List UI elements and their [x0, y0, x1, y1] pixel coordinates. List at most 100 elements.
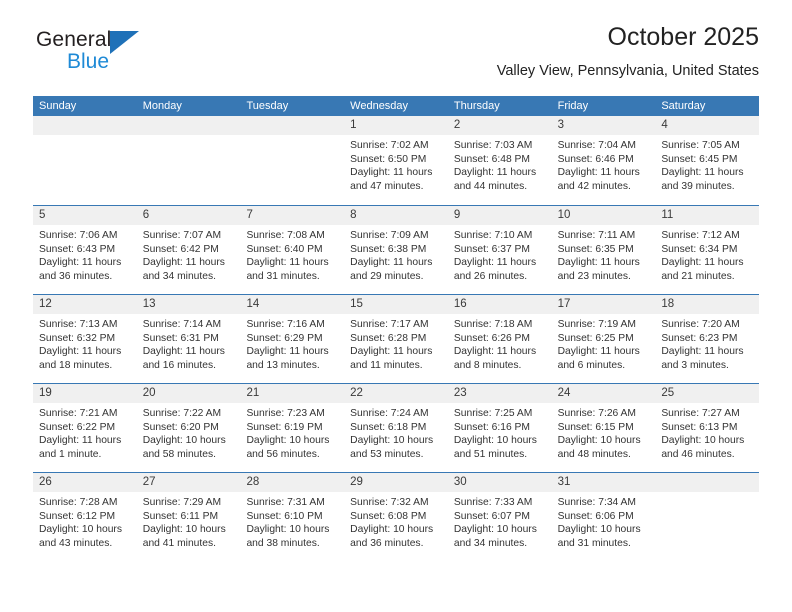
- day-cell[interactable]: 22 Sunrise: 7:24 AM Sunset: 6:18 PM Dayligh…: [344, 384, 448, 472]
- sunset-text: Sunset: 6:50 PM: [350, 153, 427, 165]
- sunrise-text: Sunrise: 7:10 AM: [453, 230, 533, 241]
- sunset-text: Sunset: 6:18 PM: [350, 421, 427, 433]
- day-number: 28: [246, 476, 260, 488]
- daylight-text: Daylight: 11 hours and 26 minutes.: [453, 257, 537, 282]
- week-row: 12 Sunrise: 7:13 AM Sunset: 6:32 PM Dayligh…: [33, 294, 760, 383]
- day-cell[interactable]: 8 Sunrise: 7:09 AM Sunset: 6:38 PM Daylight…: [344, 206, 448, 294]
- sunset-text: Sunset: 6:11 PM: [142, 510, 219, 522]
- day-cell[interactable]: 30 Sunrise: 7:33 AM Sunset: 6:07 PM Dayligh…: [447, 473, 552, 561]
- day-cell[interactable]: 17 Sunrise: 7:19 AM Sunset: 6:25 PM Dayligh…: [551, 295, 656, 383]
- day-cell[interactable]: 24 Sunrise: 7:26 AM Sunset: 6:15 PM Dayligh…: [551, 384, 656, 472]
- sunrise-text: Sunrise: 7:32 AM: [350, 497, 429, 508]
- day-number: 11: [661, 209, 674, 221]
- sunrise-text: Sunrise: 7:27 AM: [661, 408, 740, 419]
- sunrise-text: Sunrise: 7:05 AM: [661, 140, 740, 151]
- day-cell[interactable]: 20 Sunrise: 7:22 AM Sunset: 6:20 PM Dayligh…: [136, 384, 241, 472]
- sunset-text: Sunset: 6:25 PM: [557, 332, 634, 344]
- day-number-band: [240, 116, 345, 135]
- day-number-band: 6: [136, 206, 241, 225]
- day-sun-info: Sunrise: 7:34 AM Sunset: 6:06 PM Daylight:…: [552, 492, 656, 550]
- day-number: 4: [661, 119, 668, 131]
- day-cell[interactable]: 1 Sunrise: 7:02 AM Sunset: 6:50 PM Daylight…: [344, 116, 448, 205]
- day-cell[interactable]: 13 Sunrise: 7:14 AM Sunset: 6:31 PM Dayligh…: [136, 295, 241, 383]
- sunset-text: Sunset: 6:43 PM: [39, 243, 116, 255]
- sunrise-text: Sunrise: 7:17 AM: [350, 319, 429, 330]
- day-number: 14: [246, 298, 260, 310]
- day-sun-info: Sunrise: 7:27 AM Sunset: 6:13 PM Daylight:…: [655, 403, 759, 461]
- day-cell[interactable]: 29 Sunrise: 7:32 AM Sunset: 6:08 PM Dayligh…: [344, 473, 448, 561]
- day-number-band: 29: [344, 473, 448, 492]
- day-cell[interactable]: 27 Sunrise: 7:29 AM Sunset: 6:11 PM Dayligh…: [136, 473, 241, 561]
- day-cell[interactable]: 2 Sunrise: 7:03 AM Sunset: 6:48 PM Daylight…: [447, 116, 552, 205]
- day-cell[interactable]: 15 Sunrise: 7:17 AM Sunset: 6:28 PM Dayligh…: [344, 295, 448, 383]
- day-cell[interactable]: 26 Sunrise: 7:28 AM Sunset: 6:12 PM Dayligh…: [33, 473, 137, 561]
- day-cell[interactable]: 14 Sunrise: 7:16 AM Sunset: 6:29 PM Dayligh…: [240, 295, 345, 383]
- day-number: 10: [557, 209, 571, 221]
- day-cell-empty: [33, 116, 137, 205]
- day-number-band: 10: [551, 206, 656, 225]
- day-cell-empty: [240, 116, 345, 205]
- weekday-sunday: Sunday: [39, 100, 77, 112]
- sunrise-text: Sunrise: 7:09 AM: [350, 230, 429, 241]
- day-number: 8: [350, 209, 357, 221]
- day-number-band: 2: [447, 116, 552, 135]
- day-sun-info: Sunrise: 7:14 AM Sunset: 6:31 PM Daylight:…: [137, 314, 241, 372]
- day-cell[interactable]: 19 Sunrise: 7:21 AM Sunset: 6:22 PM Dayligh…: [33, 384, 137, 472]
- day-cell[interactable]: 7 Sunrise: 7:08 AM Sunset: 6:40 PM Daylight…: [240, 206, 345, 294]
- day-sun-info: Sunrise: 7:04 AM Sunset: 6:46 PM Daylight:…: [552, 135, 656, 193]
- sunrise-text: Sunrise: 7:04 AM: [557, 140, 637, 151]
- weekday-tuesday: Tuesday: [246, 100, 289, 112]
- day-sun-info: Sunrise: 7:18 AM Sunset: 6:26 PM Daylight:…: [448, 314, 552, 372]
- day-number-band: 8: [344, 206, 448, 225]
- day-cell[interactable]: 4 Sunrise: 7:05 AM Sunset: 6:45 PM Daylight…: [655, 116, 760, 205]
- day-cell[interactable]: 5 Sunrise: 7:06 AM Sunset: 6:43 PM Daylight…: [33, 206, 137, 294]
- day-number-band: 15: [344, 295, 448, 314]
- day-number-band: 18: [655, 295, 760, 314]
- daylight-text: Daylight: 11 hours and 29 minutes.: [350, 257, 433, 282]
- day-cell[interactable]: 25 Sunrise: 7:27 AM Sunset: 6:13 PM Dayligh…: [655, 384, 760, 472]
- day-cell[interactable]: 16 Sunrise: 7:18 AM Sunset: 6:26 PM Dayligh…: [447, 295, 552, 383]
- day-number: 18: [661, 298, 675, 310]
- day-number: 19: [39, 387, 52, 399]
- day-sun-info: Sunrise: 7:29 AM Sunset: 6:11 PM Daylight:…: [137, 492, 241, 550]
- sunset-text: Sunset: 6:28 PM: [350, 332, 427, 344]
- day-cell[interactable]: 23 Sunrise: 7:25 AM Sunset: 6:16 PM Dayligh…: [447, 384, 552, 472]
- day-sun-info: Sunrise: 7:03 AM Sunset: 6:48 PM Daylight:…: [448, 135, 552, 193]
- daylight-text: Daylight: 10 hours and 46 minutes.: [661, 435, 745, 460]
- sunrise-text: Sunrise: 7:11 AM: [557, 230, 636, 241]
- daylight-text: Daylight: 10 hours and 48 minutes.: [557, 435, 641, 460]
- sunset-text: Sunset: 6:19 PM: [246, 421, 323, 433]
- weekday-wednesday: Wednesday: [350, 100, 409, 112]
- day-cell[interactable]: 6 Sunrise: 7:07 AM Sunset: 6:42 PM Daylight…: [136, 206, 241, 294]
- day-number-band: 13: [136, 295, 241, 314]
- weekday-friday: Friday: [557, 100, 589, 112]
- day-number: 25: [661, 387, 675, 399]
- day-number-band: 1: [344, 116, 448, 135]
- logo-text-general: General: [36, 28, 112, 51]
- day-cell[interactable]: 21 Sunrise: 7:23 AM Sunset: 6:19 PM Dayligh…: [240, 384, 345, 472]
- day-cell[interactable]: 18 Sunrise: 7:20 AM Sunset: 6:23 PM Dayligh…: [655, 295, 760, 383]
- day-sun-info: Sunrise: 7:33 AM Sunset: 6:07 PM Daylight:…: [448, 492, 552, 550]
- day-cell[interactable]: 12 Sunrise: 7:13 AM Sunset: 6:32 PM Dayligh…: [33, 295, 137, 383]
- logo-text-blue: Blue: [67, 50, 110, 73]
- week-row: 19 Sunrise: 7:21 AM Sunset: 6:22 PM Dayligh…: [33, 383, 760, 472]
- day-cell[interactable]: 11 Sunrise: 7:12 AM Sunset: 6:34 PM Dayligh…: [655, 206, 760, 294]
- day-number: 22: [350, 387, 363, 399]
- sunrise-text: Sunrise: 7:02 AM: [350, 140, 429, 151]
- day-sun-info: Sunrise: 7:09 AM Sunset: 6:38 PM Daylight:…: [344, 225, 448, 283]
- week-row: 5 Sunrise: 7:06 AM Sunset: 6:43 PM Daylight…: [33, 205, 760, 294]
- day-number: 1: [350, 119, 357, 131]
- sunset-text: Sunset: 6:08 PM: [350, 510, 427, 522]
- sunrise-text: Sunrise: 7:31 AM: [246, 497, 325, 508]
- day-cell[interactable]: 10 Sunrise: 7:11 AM Sunset: 6:35 PM Dayligh…: [551, 206, 656, 294]
- day-number-band: 28: [240, 473, 345, 492]
- weekday-thursday: Thursday: [453, 100, 500, 112]
- day-number-band: 24: [551, 384, 656, 403]
- day-cell[interactable]: 28 Sunrise: 7:31 AM Sunset: 6:10 PM Dayligh…: [240, 473, 345, 561]
- sunrise-text: Sunrise: 7:22 AM: [142, 408, 222, 419]
- day-number-band: 19: [33, 384, 137, 403]
- day-cell[interactable]: 9 Sunrise: 7:10 AM Sunset: 6:37 PM Daylight…: [447, 206, 552, 294]
- day-cell[interactable]: 3 Sunrise: 7:04 AM Sunset: 6:46 PM Daylight…: [551, 116, 656, 205]
- day-cell[interactable]: 31 Sunrise: 7:34 AM Sunset: 6:06 PM Dayligh…: [551, 473, 656, 561]
- daylight-text: Daylight: 10 hours and 56 minutes.: [246, 435, 330, 460]
